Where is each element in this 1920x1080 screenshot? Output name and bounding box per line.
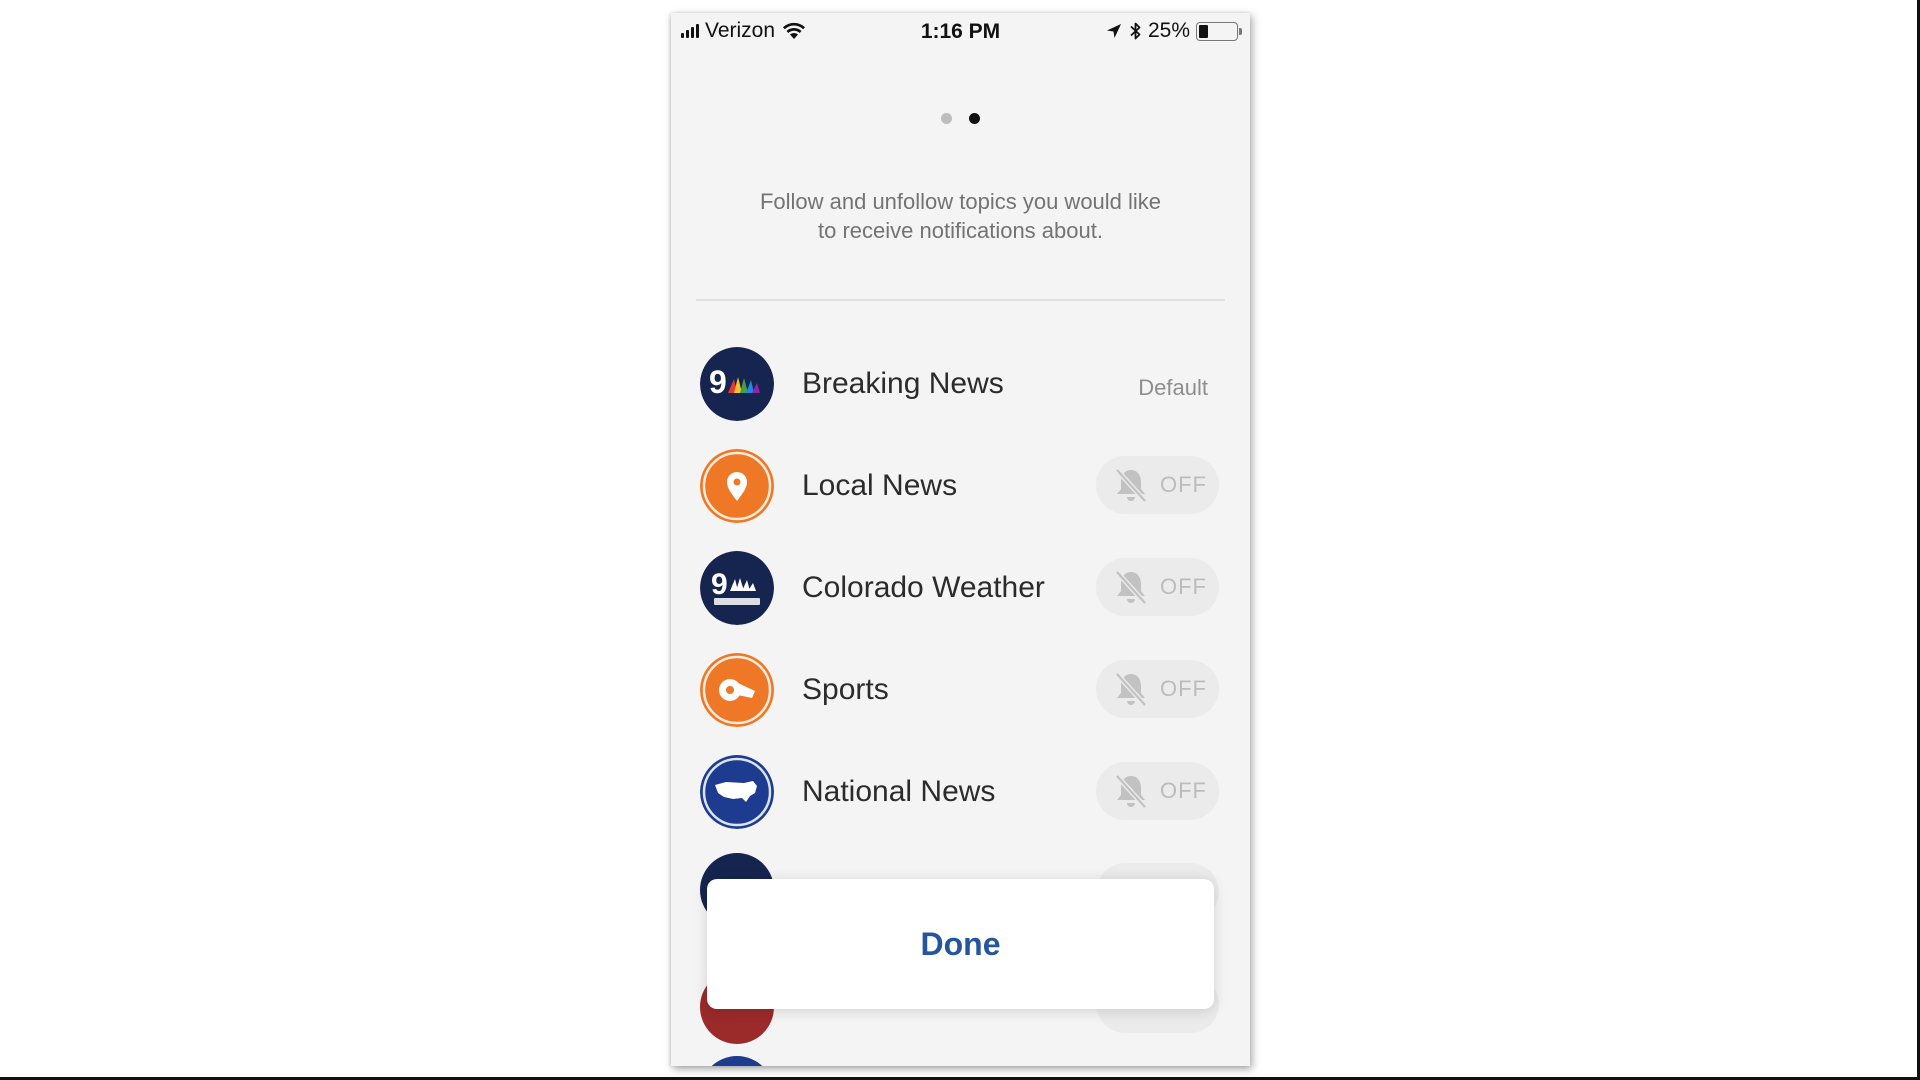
usa-map-icon: [700, 755, 774, 829]
topic-name: Breaking News: [802, 367, 1004, 400]
done-label: Done: [920, 925, 1001, 962]
9news-logo-icon: 9: [700, 347, 774, 421]
toggle-state: OFF: [1160, 778, 1207, 803]
svg-text:9: 9: [711, 568, 728, 601]
location-arrow-icon: [1106, 24, 1121, 38]
phone-screen: Verizon 1:16 PM 25% Follow and unfollow …: [671, 13, 1250, 1066]
bell-off-icon: [1115, 570, 1147, 605]
section-divider: [696, 299, 1225, 301]
page-indicator[interactable]: [671, 113, 1250, 124]
location-pin-icon: [700, 449, 774, 523]
topic-name: Sports: [802, 673, 889, 706]
topic-name: National News: [802, 775, 996, 808]
battery-tip: [1239, 27, 1242, 35]
page-dot-2-active[interactable]: [969, 113, 980, 124]
intro-line-2: to receive notifications about.: [818, 218, 1103, 243]
toggle-state: OFF: [1160, 472, 1207, 497]
bell-off-icon: [1115, 672, 1147, 707]
intro-line-1: Follow and unfollow topics you would lik…: [759, 189, 1162, 214]
notification-toggle-national-news[interactable]: OFF: [1096, 762, 1219, 820]
topic-name: Colorado Weather: [802, 571, 1045, 604]
topic-row-sports: Sports OFF: [671, 649, 1250, 729]
notification-toggle-local-news[interactable]: OFF: [1096, 456, 1219, 514]
default-label: Default: [1138, 375, 1208, 400]
bell-off-icon: [1115, 468, 1147, 503]
notification-toggle-sports[interactable]: OFF: [1096, 660, 1219, 718]
done-button[interactable]: Done: [707, 879, 1214, 1009]
intro-text: Follow and unfollow topics you would lik…: [711, 187, 1210, 245]
topic-name: Local News: [802, 469, 958, 502]
topic-row-local-news: Local News OFF: [671, 445, 1250, 525]
9news-weather-logo-icon: 9: [700, 551, 774, 625]
topic-row-colorado-weather: 9 Colorado Weather OFF: [671, 547, 1250, 627]
whistle-icon: [700, 653, 774, 727]
toggle-state: OFF: [1160, 676, 1207, 701]
bluetooth-icon: [1130, 22, 1141, 40]
notification-toggle-colorado-weather[interactable]: OFF: [1096, 558, 1219, 616]
page-dot-1[interactable]: [941, 113, 952, 124]
svg-text:9: 9: [709, 364, 727, 400]
status-right: 25%: [1105, 19, 1242, 43]
status-bar: Verizon 1:16 PM 25%: [671, 13, 1250, 51]
topic-row-national-news: National News OFF: [671, 751, 1250, 831]
toggle-state: OFF: [1160, 574, 1207, 599]
battery-icon: [1196, 21, 1242, 41]
topic-row-breaking-news: 9 Breaking News Default: [671, 343, 1250, 423]
bell-off-icon: [1115, 774, 1147, 809]
peek-topic-icon: [700, 1056, 774, 1066]
screenshot-canvas: Verizon 1:16 PM 25% Follow and unfollow …: [0, 0, 1920, 1080]
battery-level: [1199, 24, 1208, 38]
battery-percent: 25%: [1147, 19, 1190, 42]
